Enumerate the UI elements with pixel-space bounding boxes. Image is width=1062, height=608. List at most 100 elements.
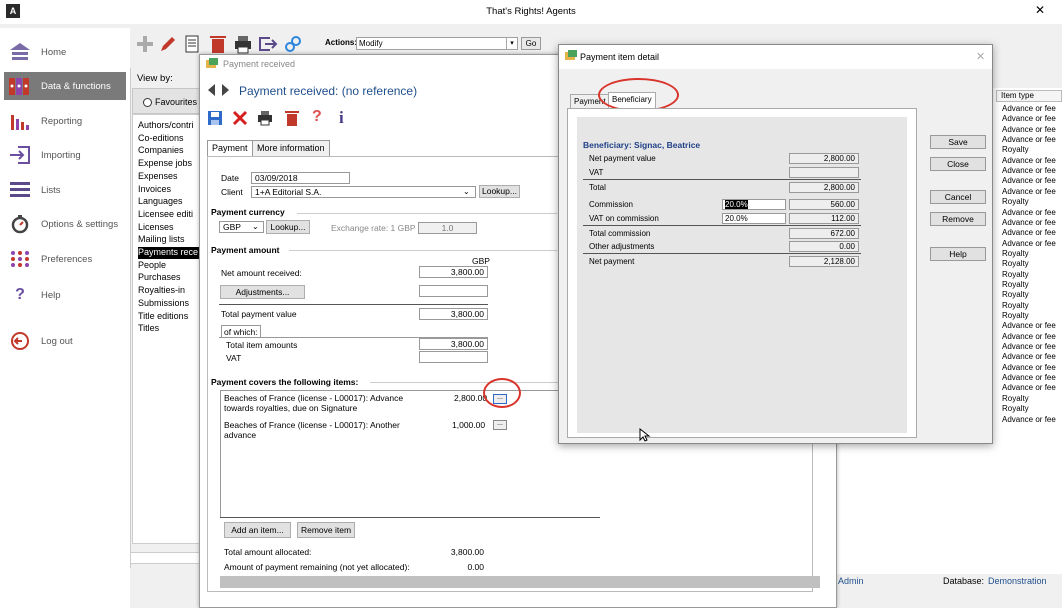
nav-lists[interactable]: Lists [4, 176, 126, 204]
view-by-item[interactable]: Royalties-in [138, 285, 200, 297]
item-type-cell[interactable]: Advance or fee [1002, 239, 1056, 248]
item-type-cell[interactable]: Advance or fee [1002, 125, 1056, 134]
item-type-cell[interactable]: Royalty [1002, 290, 1029, 299]
total-payment-field[interactable]: 3,800.00 [419, 308, 488, 320]
date-field[interactable]: 03/09/2018 [251, 172, 350, 184]
chevron-down-icon[interactable]: ⌄ [463, 187, 470, 196]
save-icon[interactable] [207, 110, 223, 126]
item-type-cell[interactable]: Advance or fee [1002, 332, 1056, 341]
item-type-cell[interactable]: Advance or fee [1002, 156, 1056, 165]
item-type-cell[interactable]: Royalty [1002, 394, 1029, 403]
close-button[interactable]: Close [930, 157, 986, 171]
client-field[interactable]: 1+A Editorial S.A. [251, 186, 476, 198]
save-button[interactable]: Save [930, 135, 986, 149]
view-by-item[interactable]: Submissions [138, 298, 200, 310]
add-icon[interactable] [135, 34, 155, 54]
item-type-cell[interactable]: Advance or fee [1002, 363, 1056, 372]
item-type-cell[interactable]: Advance or fee [1002, 383, 1056, 392]
help-icon[interactable]: ? [312, 108, 326, 126]
favourites-radio[interactable] [143, 98, 152, 107]
item-type-cell[interactable]: Advance or fee [1002, 176, 1056, 185]
view-by-item[interactable]: Payments rece [138, 247, 200, 259]
link-icon[interactable] [283, 34, 303, 54]
item-detail-button[interactable]: ... [493, 420, 507, 430]
view-by-item[interactable]: Expense jobs [138, 158, 200, 170]
adjustments-button[interactable]: Adjustments... [220, 285, 305, 299]
adjustments-field[interactable] [419, 285, 488, 297]
view-by-item[interactable]: Companies [138, 145, 200, 157]
view-by-item[interactable]: Languages [138, 196, 200, 208]
view-by-item[interactable]: Co-editions [138, 133, 200, 145]
item-type-cell[interactable]: Royalty [1002, 280, 1029, 289]
item-type-cell[interactable]: Advance or fee [1002, 352, 1056, 361]
item-type-cell[interactable]: Advance or fee [1002, 218, 1056, 227]
item-type-cell[interactable]: Advance or fee [1002, 321, 1056, 330]
view-by-item[interactable]: Title editions [138, 311, 200, 323]
nav-reporting[interactable]: Reporting [4, 107, 126, 135]
go-button[interactable]: Go [521, 37, 541, 50]
nav-log-out[interactable]: Log out [4, 327, 126, 355]
item-type-cell[interactable]: Advance or fee [1002, 373, 1056, 382]
exchange-rate-field[interactable]: 1.0 [418, 222, 477, 234]
vat-on-commission-percent-field[interactable]: 20.0% [722, 213, 786, 224]
view-by-item[interactable]: Authors/contri [138, 120, 200, 132]
view-by-item[interactable]: People [138, 260, 200, 272]
item-type-cell[interactable]: Advance or fee [1002, 114, 1056, 123]
print-icon[interactable] [233, 34, 253, 54]
view-by-item[interactable]: Expenses [138, 171, 200, 183]
currency-lookup-button[interactable]: Lookup... [266, 220, 310, 234]
view-by-item[interactable]: Purchases [138, 272, 200, 284]
export-icon[interactable] [258, 34, 278, 54]
view-by-item[interactable]: Titles [138, 323, 200, 335]
view-by-item[interactable]: Licenses [138, 222, 200, 234]
item-type-cell[interactable]: Royalty [1002, 145, 1029, 154]
item-type-cell[interactable]: Royalty [1002, 311, 1029, 320]
item-description[interactable]: Beaches of France (license - L00017): An… [224, 420, 400, 440]
item-type-cell[interactable]: Royalty [1002, 249, 1029, 258]
total-items-field[interactable]: 3,800.00 [419, 338, 488, 350]
item-type-cell[interactable]: Advance or fee [1002, 415, 1056, 424]
item-type-cell[interactable]: Advance or fee [1002, 135, 1056, 144]
help-button[interactable]: Help [930, 247, 986, 261]
nav-home[interactable]: Home [4, 38, 126, 66]
print-icon[interactable] [257, 110, 273, 126]
net-amount-field[interactable]: 3,800.00 [419, 266, 488, 278]
item-type-cell[interactable]: Royalty [1002, 270, 1029, 279]
item-type-column-header[interactable]: Item type [996, 90, 1062, 102]
nav-help[interactable]: ? Help [4, 281, 126, 309]
item-type-cell[interactable]: Royalty [1002, 197, 1029, 206]
cancel-button[interactable]: Cancel [930, 190, 986, 204]
info-icon[interactable]: i [339, 108, 349, 127]
item-type-cell[interactable]: Advance or fee [1002, 342, 1056, 351]
nav-data-functions[interactable]: Data & functions [4, 72, 126, 100]
actions-select[interactable]: Modify [356, 37, 518, 50]
close-icon[interactable]: ✕ [976, 50, 985, 63]
chevron-down-icon[interactable]: ▾ [506, 38, 517, 49]
view-by-item[interactable]: Licensee editi [138, 209, 200, 221]
view-by-item[interactable]: Mailing lists [138, 234, 200, 246]
item-type-cell[interactable]: Advance or fee [1002, 208, 1056, 217]
commission-percent-field[interactable]: 20.0% [722, 199, 786, 210]
close-icon[interactable]: ✕ [1030, 3, 1050, 19]
item-type-cell[interactable]: Royalty [1002, 301, 1029, 310]
nav-preferences[interactable]: Preferences [4, 245, 126, 273]
next-record-icon[interactable] [222, 84, 229, 96]
nav-importing[interactable]: Importing [4, 141, 126, 169]
delete-icon[interactable] [284, 110, 300, 126]
nav-options-settings[interactable]: Options & settings [4, 210, 126, 238]
bottom-scrollbar[interactable] [130, 552, 200, 564]
item-type-cell[interactable]: Advance or fee [1002, 166, 1056, 175]
item-description[interactable]: Beaches of France (license - L00017): Ad… [224, 393, 403, 413]
item-type-cell[interactable]: Advance or fee [1002, 104, 1056, 113]
previous-record-icon[interactable] [208, 84, 215, 96]
tab-payment[interactable]: Payment [207, 140, 253, 156]
item-type-cell[interactable]: Advance or fee [1002, 187, 1056, 196]
remove-item-button[interactable]: Remove item [297, 522, 355, 538]
vat-field[interactable] [419, 351, 488, 363]
remove-button[interactable]: Remove [930, 212, 986, 226]
client-lookup-button[interactable]: Lookup... [479, 185, 520, 198]
item-type-cell[interactable]: Royalty [1002, 404, 1029, 413]
tab-more-information[interactable]: More information [252, 140, 330, 156]
add-item-button[interactable]: Add an item... [224, 522, 291, 538]
edit-icon[interactable] [158, 34, 178, 54]
